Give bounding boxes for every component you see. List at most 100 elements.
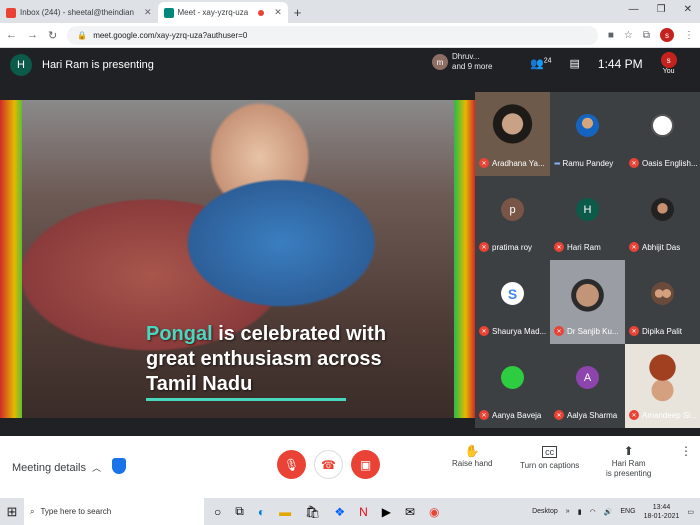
edge-icon[interactable]: ◐ (258, 505, 265, 519)
presentation-stage: Pongal is celebrated with great enthusia… (0, 100, 475, 418)
participant-tile[interactable]: S ✕ Shaurya Mad... (475, 260, 550, 344)
chat-icon[interactable]: ▤ (570, 57, 580, 70)
netflix-icon[interactable]: N (359, 505, 368, 519)
windows-start-icon[interactable]: ⊞ (0, 504, 24, 520)
reload-icon[interactable]: ↻ (48, 29, 57, 42)
participant-tile[interactable]: A ✕ Aalya Sharma (550, 344, 625, 428)
tab-meet[interactable]: Meet - xay-yzrq-uza ✕ (157, 2, 288, 23)
desktop-label[interactable]: Desktop (532, 508, 558, 515)
avatar: s (660, 52, 677, 68)
tray-chevron-icon[interactable]: » (566, 508, 570, 515)
menu-icon[interactable]: ⋮ (684, 30, 694, 41)
participant-name: Hari Ram (567, 242, 601, 252)
avatar: H (576, 198, 599, 221)
mic-off-icon: ✕ (629, 242, 639, 252)
clock-time: 13:44 (652, 503, 671, 511)
taskbar-search[interactable]: ⌕ Type here to search (24, 498, 204, 525)
self-view: s You (660, 52, 677, 75)
meet-top-right: 👥24 ▤ 1:44 PM s You (530, 52, 677, 75)
window-controls: — ❐ ✕ (621, 0, 700, 19)
others-more: and 9 more (452, 62, 493, 71)
star-icon[interactable]: ☆ (624, 30, 633, 41)
mail-icon[interactable]: ✉ (405, 505, 415, 519)
back-icon[interactable]: ← (6, 29, 17, 41)
cortana-icon[interactable]: ○ (214, 505, 221, 519)
participant-tile[interactable]: ✕ Dipika Palit (625, 260, 700, 344)
mic-off-icon: ✕ (629, 158, 639, 168)
participant-name: Dr Sanjib Ku... (567, 326, 619, 336)
participant-tile[interactable]: ✕ Aradhana Ya... (475, 92, 550, 176)
participant-name: Aradhana Ya... (492, 158, 545, 168)
language-label[interactable]: ENG (620, 508, 635, 515)
mic-off-icon: ✕ (554, 242, 564, 252)
media-icon[interactable]: ▶ (382, 505, 391, 519)
camera-toggle-button[interactable]: ▣ (351, 450, 380, 479)
participant-tile[interactable]: p ✕ pratima roy (475, 176, 550, 260)
participant-name: pratima roy (492, 242, 533, 252)
tab-gmail-label: Inbox (244) - sheetal@theindian (20, 8, 134, 17)
participant-tile[interactable]: ▪▪▪ Ramu Pandey (550, 92, 625, 176)
search-icon: ⌕ (30, 506, 35, 516)
caption-line1: is celebrated with (212, 323, 387, 345)
raise-hand-label: Raise hand (452, 459, 493, 468)
other-participants[interactable]: m Dhruv... and 9 more (432, 52, 492, 72)
system-clock[interactable]: 13:44 18-01-2021 (644, 503, 680, 521)
people-icon: 👥 (530, 58, 544, 70)
google-s-icon: S (501, 282, 524, 305)
forward-icon[interactable]: → (27, 29, 38, 41)
explorer-icon[interactable]: ▬ (279, 505, 291, 519)
volume-icon[interactable]: 🔊 (604, 508, 613, 516)
chrome-icon[interactable]: ◉ (429, 505, 439, 519)
mic-off-icon: ✕ (554, 326, 564, 336)
tab-gmail[interactable]: Inbox (244) - sheetal@theindian ✕ (0, 2, 158, 23)
address-bar[interactable]: 🔒 meet.google.com/xay-yzrq-uza?authuser=… (67, 25, 598, 45)
meet-icon (163, 7, 174, 18)
avatar (576, 114, 599, 137)
chevron-up-icon: ︿ (92, 463, 102, 473)
recording-dot-icon (258, 9, 265, 16)
windows-taskbar: ⊞ ⌕ Type here to search ○ ⧉ ◐ ▬ 🛍 ❖ N ▶ … (0, 498, 700, 525)
tab-meet-label: Meet - xay-yzrq-uza (177, 8, 249, 17)
maximize-icon[interactable]: ❐ (657, 4, 666, 15)
school-logo-icon (651, 114, 674, 137)
camera-icon[interactable]: ■ (608, 30, 614, 41)
extensions-icon[interactable]: ⧉ (643, 30, 650, 41)
captions-icon: cc (542, 446, 558, 458)
wifi-icon[interactable]: ◠ (590, 508, 596, 516)
task-view-icon[interactable]: ⧉ (235, 504, 244, 519)
dropbox-icon[interactable]: ❖ (334, 505, 345, 519)
participant-tile[interactable]: ✕ Oasis English... (625, 92, 700, 176)
presentation-caption: Pongal is celebrated with great enthusia… (146, 322, 386, 397)
minimize-icon[interactable]: — (629, 4, 639, 15)
mic-off-icon: ✕ (629, 410, 639, 420)
people-button[interactable]: 👥24 (530, 57, 552, 70)
leave-call-button[interactable]: ☎ (314, 450, 343, 479)
participant-tile[interactable]: ✕ Abhijit Das (625, 176, 700, 260)
meeting-details-button[interactable]: Meeting details ︿ (12, 461, 101, 474)
notification-icon[interactable]: ▭ (687, 508, 694, 516)
participant-tile[interactable]: H ✕ Hari Ram (550, 176, 625, 260)
participant-name: Aalya Sharma (567, 410, 618, 420)
store-icon[interactable]: 🛍 (305, 505, 320, 519)
avatar: m (432, 54, 448, 70)
network-icon[interactable]: ▮ (578, 508, 582, 516)
profile-avatar[interactable]: s (660, 28, 674, 42)
captions-button[interactable]: cc Turn on captions (520, 446, 579, 471)
taskbar-apps: ○ ⧉ ◐ ▬ 🛍 ❖ N ▶ ✉ ◉ (204, 504, 440, 519)
meeting-details-label: Meeting details (12, 461, 86, 474)
mic-toggle-button[interactable]: 🎙 (277, 450, 306, 479)
shield-icon[interactable] (112, 458, 126, 474)
participant-tile[interactable]: ✕ Dr Sanjib Ku... (550, 260, 625, 344)
clock-date: 18-01-2021 (643, 512, 680, 520)
participant-tile[interactable]: ✕ Aanya Baveja (475, 344, 550, 428)
close-tab-icon[interactable]: ✕ (274, 7, 282, 18)
presenting-button[interactable]: ⬆ Hari Ram is presenting (606, 445, 651, 479)
browser-actions: ■ ☆ ⧉ s ⋮ (608, 28, 694, 42)
raise-hand-button[interactable]: ✋ Raise hand (452, 445, 493, 469)
close-window-icon[interactable]: ✕ (684, 4, 692, 15)
you-label: You (662, 68, 675, 75)
more-options-button[interactable]: ⋮ (680, 445, 692, 457)
close-tab-icon[interactable]: ✕ (144, 7, 152, 18)
new-tab-button[interactable]: + (288, 2, 308, 23)
participant-tile[interactable]: ✕ Amandeep Si... (625, 344, 700, 428)
